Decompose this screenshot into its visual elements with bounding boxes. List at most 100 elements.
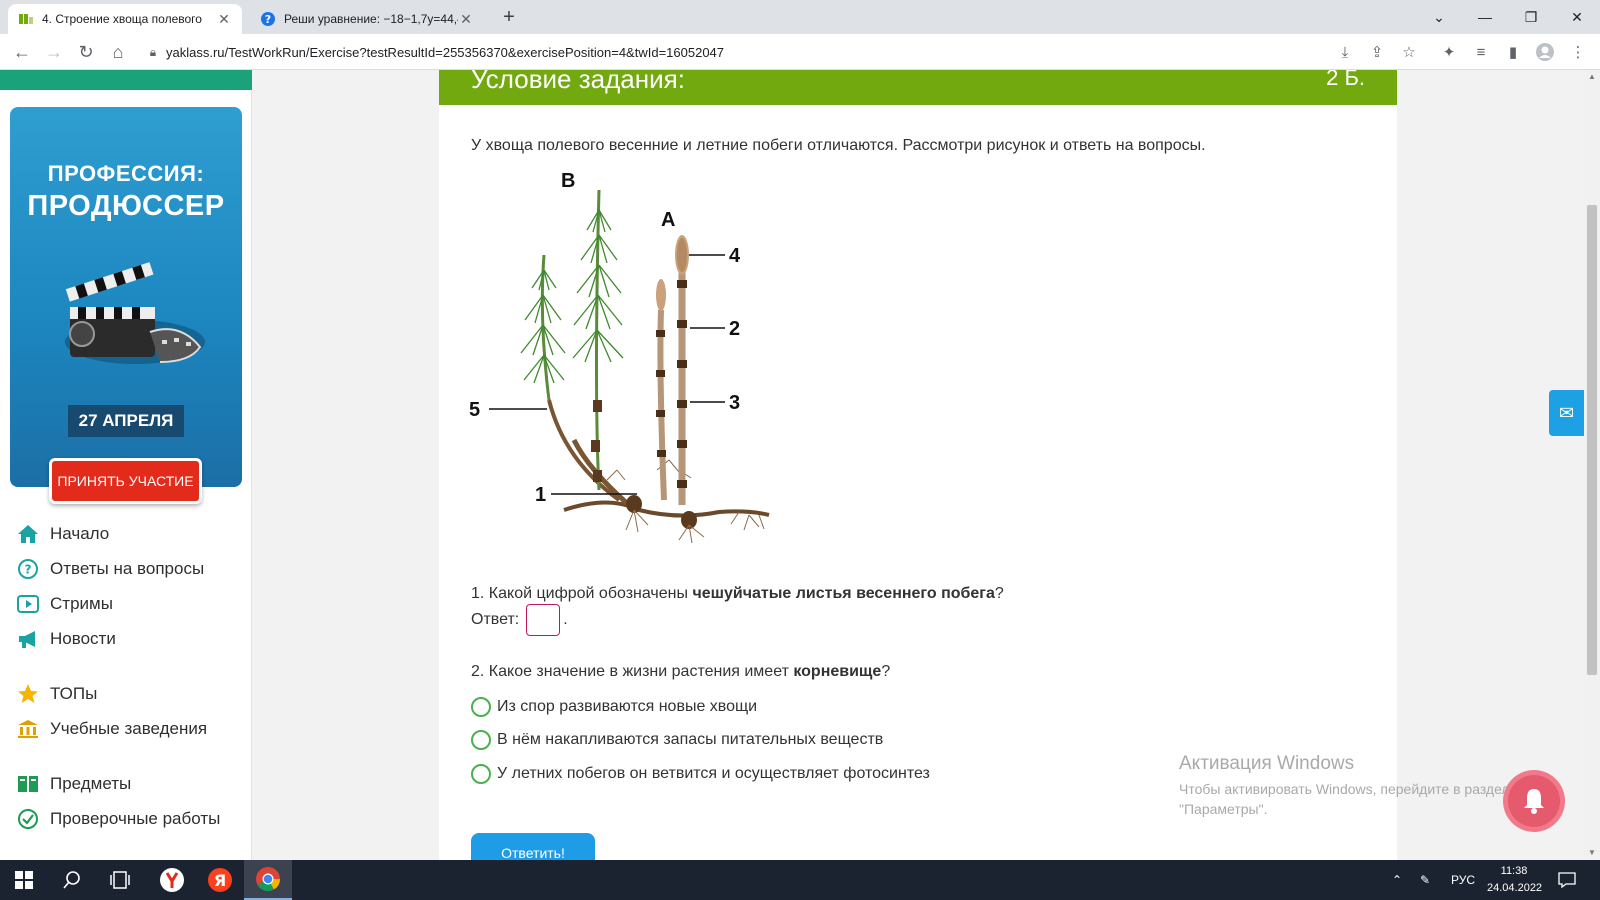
task-view-icon	[110, 871, 130, 889]
figure-label-1: 1	[535, 484, 546, 506]
browser-toolbar: ← → ↻ ⌂ 🔒︎ yaklass.ru/TestWorkRun/Exerci…	[0, 34, 1600, 70]
sidebar-item-home[interactable]: Начало	[16, 522, 109, 546]
yaklass-favicon-icon	[18, 11, 34, 27]
sidebar-item-news[interactable]: Новости	[16, 627, 116, 651]
sidebar-item-subjects[interactable]: Предметы	[16, 772, 131, 796]
tab-inactive[interactable]: ? Реши уравнение: −18−1,7y=44,4 ✕	[250, 4, 484, 34]
tab-strip: 4. Строение хвоща полевого ✕ ? Реши урав…	[0, 0, 1600, 34]
chrome-icon	[256, 867, 280, 892]
question-1: 1. Какой цифрой обозначены чешуйчатые ли…	[471, 585, 1004, 603]
svg-text:Я: Я	[214, 871, 226, 890]
question-favicon-icon: ?	[260, 11, 276, 27]
option-2[interactable]: В нём накапливаются запасы питательных в…	[471, 730, 883, 750]
back-button[interactable]: ←	[8, 38, 36, 66]
play-icon	[16, 592, 40, 616]
clock-time: 11:38	[1500, 865, 1528, 877]
notification-center-icon[interactable]	[1558, 860, 1576, 900]
address-bar[interactable]: 🔒︎ yaklass.ru/TestWorkRun/Exercise?testR…	[140, 38, 1400, 66]
radio-button[interactable]	[471, 730, 491, 750]
bookmark-star-icon[interactable]: ☆	[1397, 40, 1421, 64]
sidebar-item-tops[interactable]: ТОПы	[16, 682, 97, 706]
feedback-mail-icon[interactable]: ✉	[1549, 390, 1584, 436]
side-panel-icon[interactable]: ▮	[1501, 40, 1525, 64]
check-circle-icon	[16, 807, 40, 831]
pen-icon[interactable]: ✎	[1420, 860, 1430, 900]
tray-chevron-icon[interactable]: ⌃	[1392, 860, 1402, 900]
question-1-bold: чешуйчатые листья весеннего побега	[692, 585, 995, 602]
sidebar-item-institutions[interactable]: Учебные заведения	[16, 717, 207, 741]
close-window-button[interactable]: ✕	[1554, 0, 1600, 34]
submit-button[interactable]: Ответить!	[471, 833, 595, 860]
banner-participate-button[interactable]: ПРИНЯТЬ УЧАСТИЕ	[49, 458, 202, 504]
yandex-app-button[interactable]: Я	[196, 860, 244, 900]
tab-title: Реши уравнение: −18−1,7y=44,4	[284, 12, 458, 26]
restore-button[interactable]: ❐	[1508, 0, 1554, 34]
promo-banner[interactable]: ПРОФЕССИЯ: ПРОДЮССЕР 27 АПРЕЛЯ	[10, 107, 242, 487]
svg-text:?: ?	[25, 563, 32, 577]
question-2: 2. Какое значение в жизни растения имеет…	[471, 663, 890, 681]
question-1-prefix: 1. Какой цифрой обозначены	[471, 585, 693, 602]
answer-input[interactable]	[526, 604, 561, 636]
horsetail-figure: В А 5 4 2 3 1	[469, 170, 770, 544]
sidebar-item-label: Стримы	[50, 594, 113, 613]
start-button[interactable]	[0, 860, 48, 900]
figure-label-a: А	[661, 209, 675, 231]
windows-taskbar: Я ⌃ ✎ РУС 11:38 24.04.2022	[0, 860, 1600, 900]
option-1[interactable]: Из спор развиваются новые хвощи	[471, 697, 757, 717]
chrome-button[interactable]	[244, 860, 292, 900]
sidebar-item-label: Проверочные работы	[50, 809, 221, 828]
banner-line1: ПРОФЕССИЯ:	[47, 161, 205, 186]
sidebar-item-streams[interactable]: Стримы	[16, 592, 113, 616]
sidebar-item-answers[interactable]: ? Ответы на вопросы	[16, 557, 204, 581]
question-2-prefix: 2. Какое значение в жизни растения имеет	[471, 663, 794, 680]
task-card: Условие задания: 2 Б. У хвоща полевого в…	[439, 70, 1397, 860]
radio-button[interactable]	[471, 764, 491, 784]
svg-text:?: ?	[265, 13, 271, 26]
figure-label-2: 2	[729, 318, 740, 340]
task-header: Условие задания: 2 Б.	[439, 70, 1397, 105]
scroll-down-arrow-icon[interactable]: ▼	[1587, 848, 1597, 857]
tab-search-button[interactable]: ⌄	[1416, 0, 1462, 34]
task-view-button[interactable]	[96, 860, 144, 900]
figure-label-3: 3	[729, 392, 740, 414]
browser-menu-icon[interactable]: ⋮	[1566, 40, 1590, 64]
sidebar-item-label: Предметы	[50, 774, 132, 793]
share-icon[interactable]: ⇪	[1365, 40, 1389, 64]
notification-bell-button[interactable]	[1503, 770, 1565, 832]
search-button[interactable]	[48, 860, 96, 900]
tab-close-icon[interactable]: ✕	[458, 11, 474, 28]
url-text: yaklass.ru/TestWorkRun/Exercise?testResu…	[166, 44, 725, 60]
radio-button[interactable]	[471, 697, 491, 717]
new-tab-button[interactable]: +	[497, 6, 521, 29]
media-icon[interactable]: ≡	[1469, 40, 1493, 64]
bell-icon	[1508, 775, 1560, 827]
option-label: В нём накапливаются запасы питательных в…	[497, 731, 884, 748]
books-icon	[16, 772, 40, 796]
reload-button[interactable]: ↻	[72, 38, 100, 66]
install-icon[interactable]: ⤓	[1333, 40, 1357, 64]
search-icon	[63, 871, 80, 889]
star-icon	[16, 682, 40, 706]
minimize-button[interactable]: —	[1462, 0, 1508, 34]
extensions-icon[interactable]: ✦	[1437, 40, 1461, 64]
option-3[interactable]: У летних побегов он ветвится и осуществл…	[471, 764, 930, 784]
lock-icon[interactable]: 🔒︎	[140, 45, 166, 60]
sidebar-item-label: Учебные заведения	[50, 719, 208, 738]
page-scrollbar[interactable]: ▲ ▼	[1584, 70, 1600, 860]
forward-button[interactable]: →	[40, 38, 68, 66]
sidebar-item-tests[interactable]: Проверочные работы	[16, 807, 220, 831]
institution-icon	[16, 717, 40, 741]
yandex-icon: Я	[208, 868, 232, 892]
home-button[interactable]: ⌂	[104, 38, 132, 66]
yandex-browser-button[interactable]	[148, 860, 196, 900]
language-indicator[interactable]: РУС	[1451, 860, 1475, 900]
taskbar-clock[interactable]: 11:38 24.04.2022	[1487, 863, 1542, 897]
profile-avatar-icon[interactable]	[1533, 40, 1557, 64]
page-viewport: ПРОФЕССИЯ: ПРОДЮССЕР 27 АПРЕЛЯ ПРИНЯТЬ У…	[0, 70, 1584, 860]
tab-active[interactable]: 4. Строение хвоща полевого ✕	[8, 4, 242, 34]
task-intro: У хвоща полевого весенние и летние побег…	[471, 137, 1206, 154]
sidebar-top-strip	[0, 70, 252, 90]
tab-close-icon[interactable]: ✕	[216, 11, 232, 28]
scroll-thumb[interactable]	[1587, 205, 1597, 675]
scroll-up-arrow-icon[interactable]: ▲	[1587, 72, 1597, 81]
